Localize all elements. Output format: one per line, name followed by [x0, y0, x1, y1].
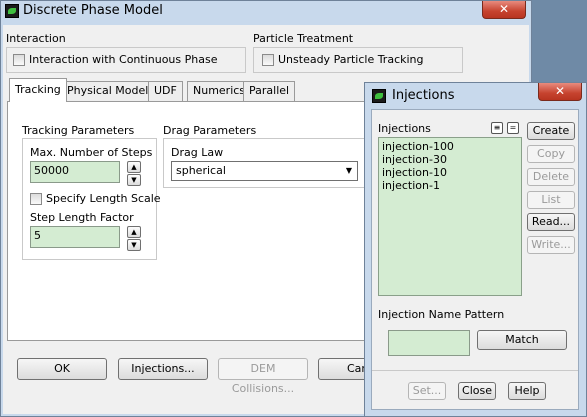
- max-steps-label: Max. Number of Steps: [30, 146, 153, 159]
- tab-tracking[interactable]: Tracking: [9, 78, 67, 102]
- title-bar[interactable]: Discrete Phase Model ✕: [1, 1, 531, 23]
- max-steps-input[interactable]: 50000: [30, 161, 120, 183]
- specify-length-scale-checkbox[interactable]: [30, 193, 42, 205]
- tab-numerics[interactable]: Numerics: [187, 81, 252, 101]
- match-button[interactable]: Match: [477, 330, 567, 350]
- unsteady-tracking-checkbox[interactable]: [262, 54, 274, 66]
- injections-title-bar[interactable]: Injections ✕: [365, 83, 586, 105]
- particle-treatment-group: Unsteady Particle Tracking: [253, 47, 463, 73]
- close-button[interactable]: ✕: [482, 1, 526, 19]
- chevron-down-icon: ▼: [345, 166, 353, 175]
- list-item[interactable]: injection-1: [382, 179, 518, 192]
- deselect-all-icon[interactable]: =: [507, 122, 519, 134]
- drag-law-value: spherical: [176, 164, 226, 177]
- help-button[interactable]: Help: [508, 382, 546, 400]
- max-steps-decrement[interactable]: ▼: [127, 174, 141, 186]
- dem-collisions-button[interactable]: DEM Collisions...: [218, 358, 308, 395]
- copy-button[interactable]: Copy: [527, 145, 575, 163]
- injections-listbox[interactable]: injection-100 injection-30 injection-10 …: [378, 137, 522, 296]
- list-button[interactable]: List: [527, 191, 575, 209]
- drag-law-select[interactable]: spherical ▼: [171, 161, 358, 181]
- window-title: Discrete Phase Model: [23, 3, 163, 18]
- injections-close-button[interactable]: ✕: [538, 83, 582, 101]
- drag-law-label: Drag Law: [171, 146, 224, 159]
- step-length-factor-label: Step Length Factor: [30, 211, 134, 224]
- fluent-app-icon: [372, 89, 386, 103]
- step-length-factor-input[interactable]: 5: [30, 226, 120, 248]
- write-button[interactable]: Write...: [527, 236, 575, 254]
- ok-button[interactable]: OK: [17, 358, 107, 380]
- tracking-parameters-group: Max. Number of Steps 50000 ▲ ▼ Specify L…: [22, 138, 161, 260]
- divider: [372, 370, 578, 371]
- select-all-icon[interactable]: ≡: [491, 122, 503, 134]
- drag-parameters-group: Drag Law spherical ▼: [163, 138, 368, 188]
- tracking-parameters-label: Tracking Parameters: [22, 124, 135, 137]
- tab-udf[interactable]: UDF: [148, 81, 183, 101]
- delete-button[interactable]: Delete: [527, 168, 575, 186]
- interaction-checkbox[interactable]: [13, 54, 25, 66]
- list-item[interactable]: injection-30: [382, 153, 518, 166]
- list-item[interactable]: injection-10: [382, 166, 518, 179]
- interaction-group: Interaction with Continuous Phase: [6, 47, 246, 73]
- interaction-label: Interaction: [6, 32, 66, 45]
- tab-physical-models[interactable]: Physical Models: [61, 81, 161, 101]
- unsteady-tracking-label: Unsteady Particle Tracking: [278, 53, 424, 66]
- interaction-checkbox-label: Interaction with Continuous Phase: [29, 53, 218, 66]
- injections-button[interactable]: Injections...: [118, 358, 208, 380]
- step-length-decrement[interactable]: ▼: [127, 239, 141, 251]
- list-item[interactable]: injection-100: [382, 140, 518, 153]
- drag-parameters-label: Drag Parameters: [163, 124, 257, 137]
- close-dialog-button[interactable]: Close: [458, 382, 496, 400]
- tab-parallel[interactable]: Parallel: [243, 81, 296, 101]
- injection-name-pattern-label: Injection Name Pattern: [378, 308, 505, 321]
- injection-name-pattern-input[interactable]: [388, 330, 470, 356]
- injections-window: Injections ✕ Injections ≡ = injection-10…: [364, 82, 587, 417]
- injections-list-label: Injections: [378, 122, 431, 135]
- specify-length-scale-label: Specify Length Scale: [46, 192, 161, 205]
- particle-treatment-label: Particle Treatment: [253, 32, 354, 45]
- read-button[interactable]: Read...: [527, 213, 575, 231]
- max-steps-increment[interactable]: ▲: [127, 161, 141, 173]
- set-button[interactable]: Set...: [408, 382, 446, 400]
- injections-window-title: Injections: [392, 88, 455, 103]
- fluent-app-icon: [5, 4, 19, 18]
- step-length-increment[interactable]: ▲: [127, 226, 141, 238]
- create-button[interactable]: Create: [527, 122, 575, 140]
- injections-client-area: Injections ≡ = injection-100 injection-3…: [371, 109, 579, 410]
